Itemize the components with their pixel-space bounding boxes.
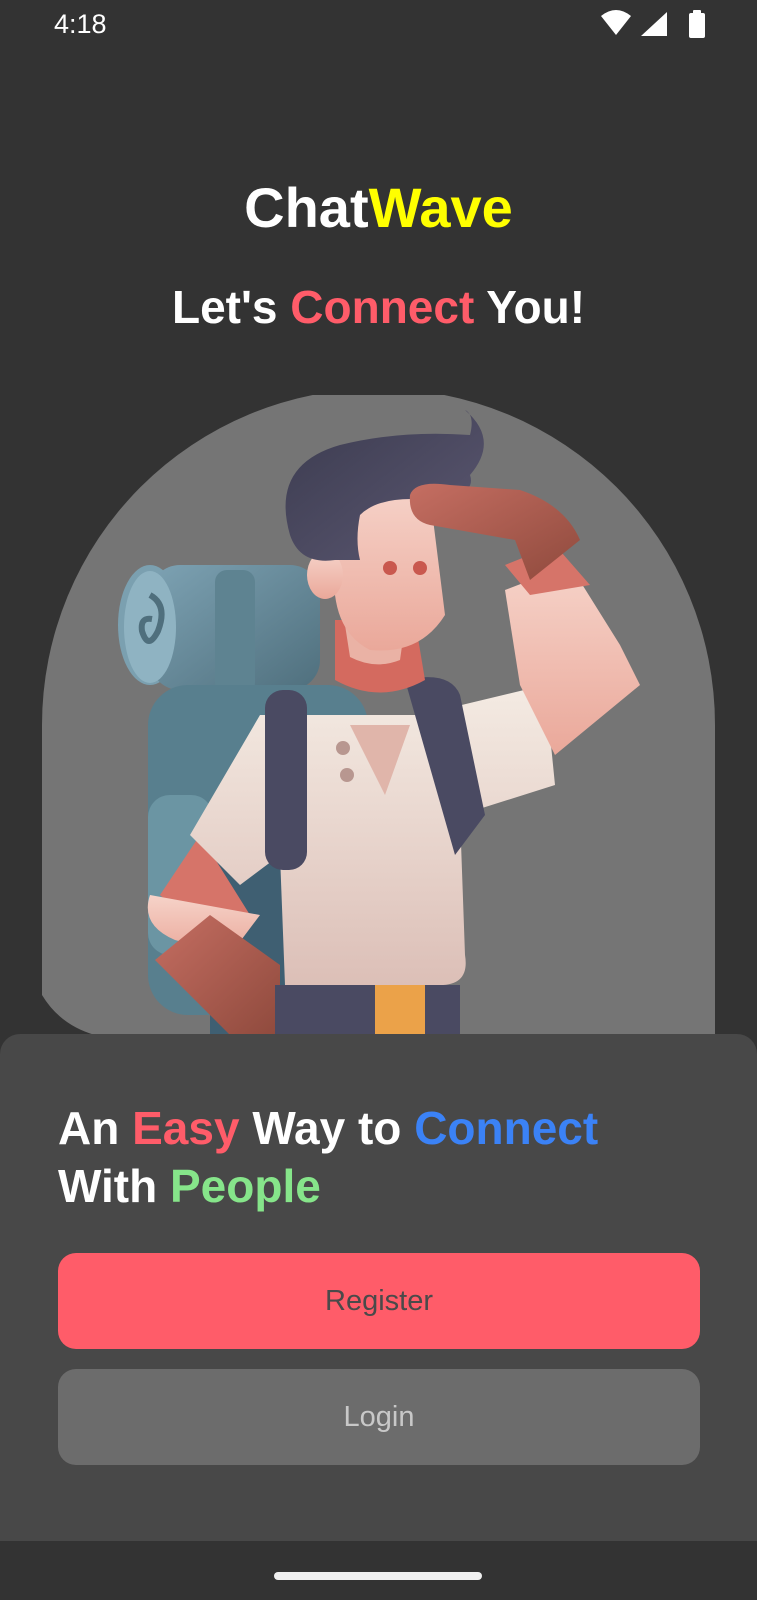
headline-word-way-to: Way to (239, 1102, 415, 1154)
headline-word-an: An (58, 1102, 133, 1154)
headline-word-people: People (170, 1160, 321, 1212)
cellular-signal-icon (641, 12, 667, 36)
login-button[interactable]: Login (58, 1369, 700, 1465)
home-indicator[interactable] (274, 1572, 482, 1580)
headline: An Easy Way to Connect With People (58, 1099, 708, 1215)
status-bar: 4:18 (0, 0, 757, 52)
app-title: ChatWave (0, 175, 757, 240)
register-button[interactable]: Register (58, 1253, 700, 1349)
tagline-part1: Let's (171, 281, 291, 333)
tagline-part2: Connect (290, 281, 475, 333)
status-time: 4:18 (54, 9, 107, 39)
headline-word-connect: Connect (414, 1102, 599, 1154)
headline-word-with: With (58, 1160, 170, 1212)
backpacker-illustration (42, 395, 715, 1035)
battery-icon (689, 10, 705, 38)
app-title-part2: Wave (368, 176, 513, 239)
navigation-bar (0, 1541, 757, 1600)
bottom-sheet: An Easy Way to Connect With People Regis… (0, 1034, 757, 1541)
app-title-part1: Chat (244, 176, 369, 239)
tagline-part3: You! (474, 281, 586, 333)
tagline: Let's Connect You! (0, 280, 757, 334)
headline-word-easy: Easy (132, 1102, 240, 1154)
wifi-icon (601, 10, 631, 35)
